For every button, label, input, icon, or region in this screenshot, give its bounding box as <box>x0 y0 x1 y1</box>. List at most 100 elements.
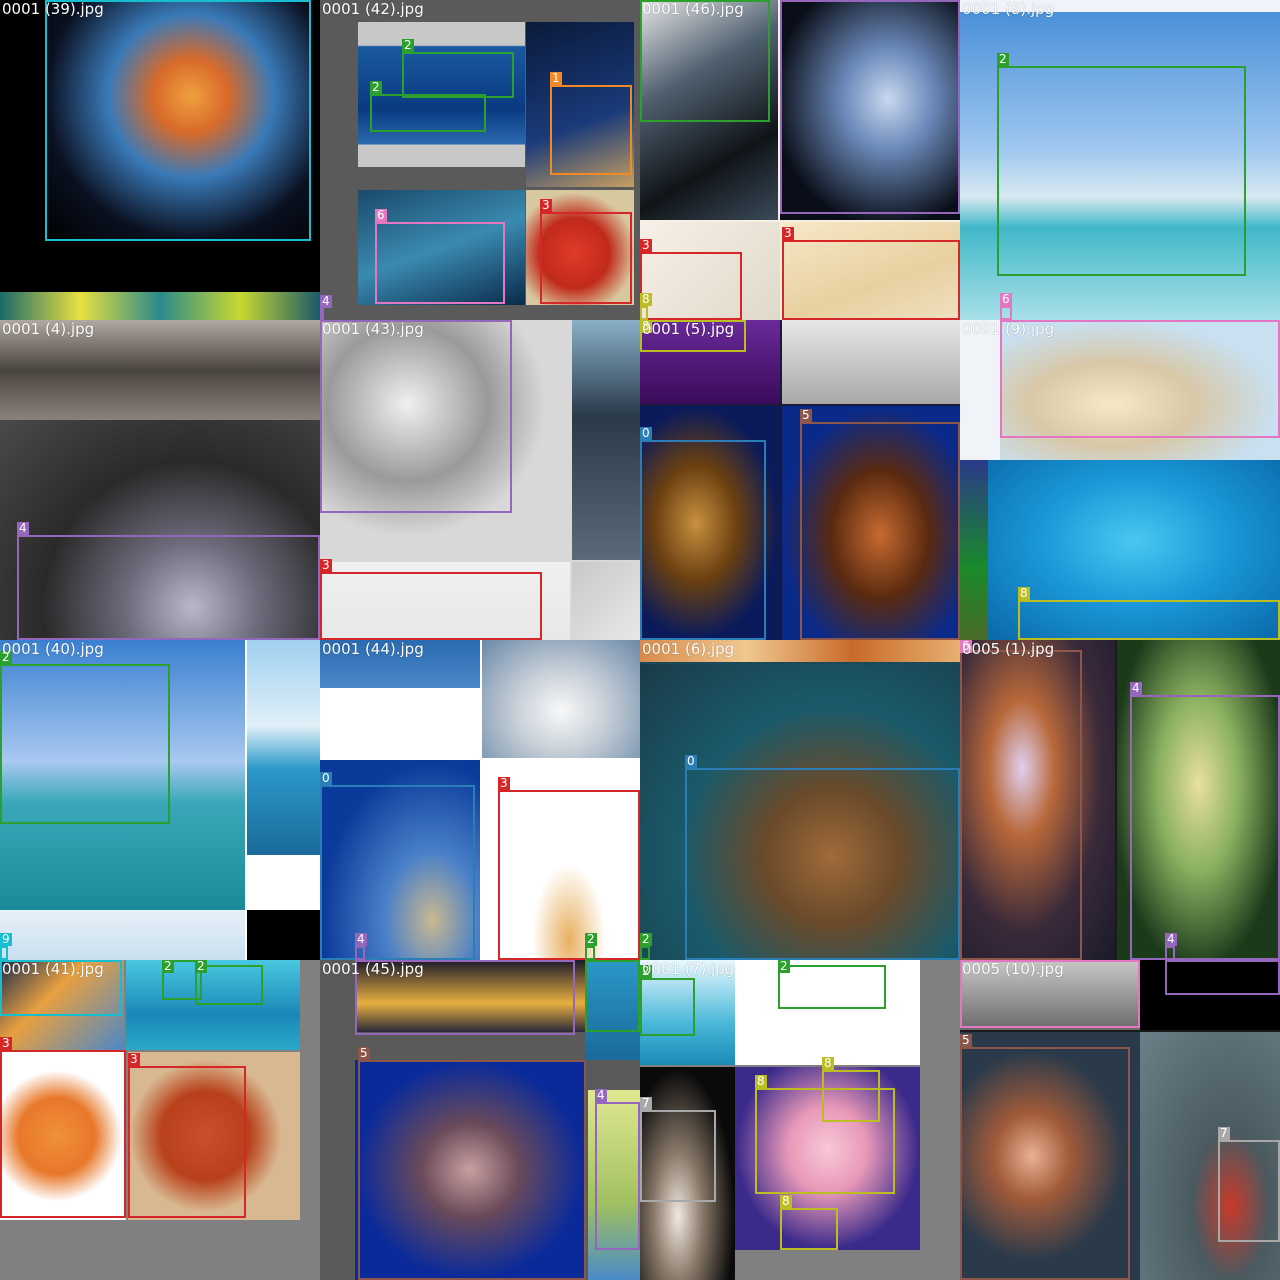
bounding-box <box>800 422 960 640</box>
bounding-box <box>640 946 650 960</box>
class-id-tag: 7 <box>1218 1126 1230 1140</box>
mosaic-tile: 4 0001 (4).jpg <box>0 320 320 640</box>
tile-filename-label: 0001 (5).jpg <box>642 320 735 338</box>
class-id-tag: 2 <box>778 960 790 973</box>
bounding-box <box>997 66 1246 276</box>
bounding-box <box>498 790 640 960</box>
bounding-box <box>320 320 512 513</box>
class-id-tag: 9 <box>0 932 12 946</box>
bounding-box <box>540 212 632 304</box>
bounding-box <box>402 52 514 98</box>
bounding-box <box>780 1208 838 1250</box>
bounding-box <box>685 768 960 960</box>
tile-filename-label: 0001 (42).jpg <box>322 0 424 18</box>
bounding-box <box>780 0 960 214</box>
photo-region <box>572 320 640 560</box>
bounding-box <box>0 946 8 960</box>
tile-filename-label: 0001 (46).jpg <box>642 0 744 18</box>
class-id-tag: 4 <box>320 294 332 308</box>
bounding-box <box>640 252 742 320</box>
class-id-tag: 0 <box>640 426 652 440</box>
mosaic-tile: 5 7 0005 (10).jpg <box>960 960 1280 1280</box>
bounding-box <box>960 1047 1130 1280</box>
bounding-box <box>640 1110 716 1202</box>
class-id-tag: 8 <box>822 1056 834 1070</box>
mosaic-grid: 0001 (39).jpg 2 2 1 6 3 4 0001 (42).jpg 3 3 8 0001 … <box>0 0 1280 1280</box>
class-id-tag: 3 <box>320 558 332 572</box>
photo-region <box>572 562 640 640</box>
class-id-tag: 7 <box>640 1096 652 1110</box>
bounding-box <box>585 946 595 960</box>
class-id-tag: 2 <box>585 932 597 946</box>
bounding-box <box>585 960 640 1032</box>
mosaic-tile: 2 9 0001 (40).jpg <box>0 640 320 960</box>
class-id-tag: 5 <box>960 1033 972 1047</box>
bounding-box <box>778 965 886 1009</box>
class-id-tag: 1 <box>550 71 562 85</box>
mosaic-tile: 0001 (39).jpg <box>0 0 320 320</box>
class-id-tag: 8 <box>780 1194 792 1208</box>
tile-filename-label: 0001 (8).jpg <box>962 0 1055 18</box>
tile-filename-label: 0001 (4).jpg <box>2 320 95 338</box>
bounding-box <box>1018 600 1280 640</box>
bounding-box <box>320 572 542 640</box>
class-id-tag: 4 <box>595 1088 607 1102</box>
class-id-tag: 2 <box>162 960 174 973</box>
bounding-box <box>0 664 170 824</box>
class-id-tag: 2 <box>997 52 1009 66</box>
photo-region <box>0 292 320 320</box>
bounding-box <box>595 1102 640 1250</box>
class-id-tag: 3 <box>540 198 552 212</box>
photo-region <box>247 640 320 855</box>
mosaic-tile: 0 3 4 2 0001 (44).jpg <box>320 640 640 960</box>
bounding-box <box>1000 306 1012 320</box>
bounding-box <box>640 978 695 1036</box>
class-id-tag: 2 <box>370 80 382 94</box>
bounding-box <box>1218 1140 1280 1242</box>
mosaic-tile: 6 4 4 0005 (1).jpg <box>960 640 1280 960</box>
tile-filename-label: 0001 (6).jpg <box>642 640 735 658</box>
photo-region <box>247 910 320 960</box>
tile-filename-label: 0001 (44).jpg <box>322 640 424 658</box>
tile-filename-label: 0001 (9).jpg <box>962 320 1055 338</box>
mosaic-tile: 8 0001 (9).jpg <box>960 320 1280 640</box>
mosaic-tile: 2 2 3 3 0001 (41).jpg <box>0 960 320 1280</box>
class-id-tag: 4 <box>355 932 367 946</box>
tile-filename-label: 0001 (39).jpg <box>2 0 104 18</box>
bounding-box <box>640 440 766 640</box>
bounding-box <box>640 0 770 122</box>
photo-region <box>0 910 245 960</box>
bounding-box <box>45 0 311 241</box>
photo-region <box>782 320 960 404</box>
bounding-box <box>1165 946 1175 960</box>
class-id-tag: 4 <box>1165 932 1177 946</box>
class-id-tag: 0 <box>685 754 697 768</box>
class-id-tag: 4 <box>17 521 29 535</box>
tile-filename-label: 0005 (1).jpg <box>962 640 1055 658</box>
mosaic-tile: 2 2 8 8 8 7 0001 (7).jpg <box>640 960 960 1280</box>
bounding-box <box>375 222 505 304</box>
bounding-box <box>1165 960 1280 995</box>
class-id-tag: 3 <box>782 226 794 240</box>
bounding-box <box>1130 695 1280 960</box>
bounding-box <box>0 1050 126 1218</box>
mosaic-tile: 2 2 1 6 3 4 0001 (42).jpg <box>320 0 640 320</box>
class-id-tag: 2 <box>195 960 207 973</box>
tile-filename-label: 0001 (43).jpg <box>322 320 424 338</box>
bounding-box <box>370 94 486 132</box>
photo-region <box>482 640 640 758</box>
bounding-box <box>128 1066 246 1218</box>
bounding-box <box>320 308 324 320</box>
class-id-tag: 5 <box>358 1046 370 1060</box>
tile-filename-label: 0001 (45).jpg <box>322 960 424 978</box>
tile-filename-label: 0001 (40).jpg <box>2 640 104 658</box>
tile-filename-label: 0005 (10).jpg <box>962 960 1064 978</box>
class-id-tag: 3 <box>128 1052 140 1066</box>
class-id-tag: 3 <box>0 1036 12 1050</box>
class-id-tag: 2 <box>640 932 652 946</box>
mosaic-tile: 5 4 0001 (45).jpg <box>320 960 640 1280</box>
class-id-tag: 6 <box>375 208 387 222</box>
mosaic-tile: 8 0 5 0001 (5).jpg <box>640 320 960 640</box>
bounding-box <box>320 785 475 960</box>
photo-region <box>960 460 988 640</box>
